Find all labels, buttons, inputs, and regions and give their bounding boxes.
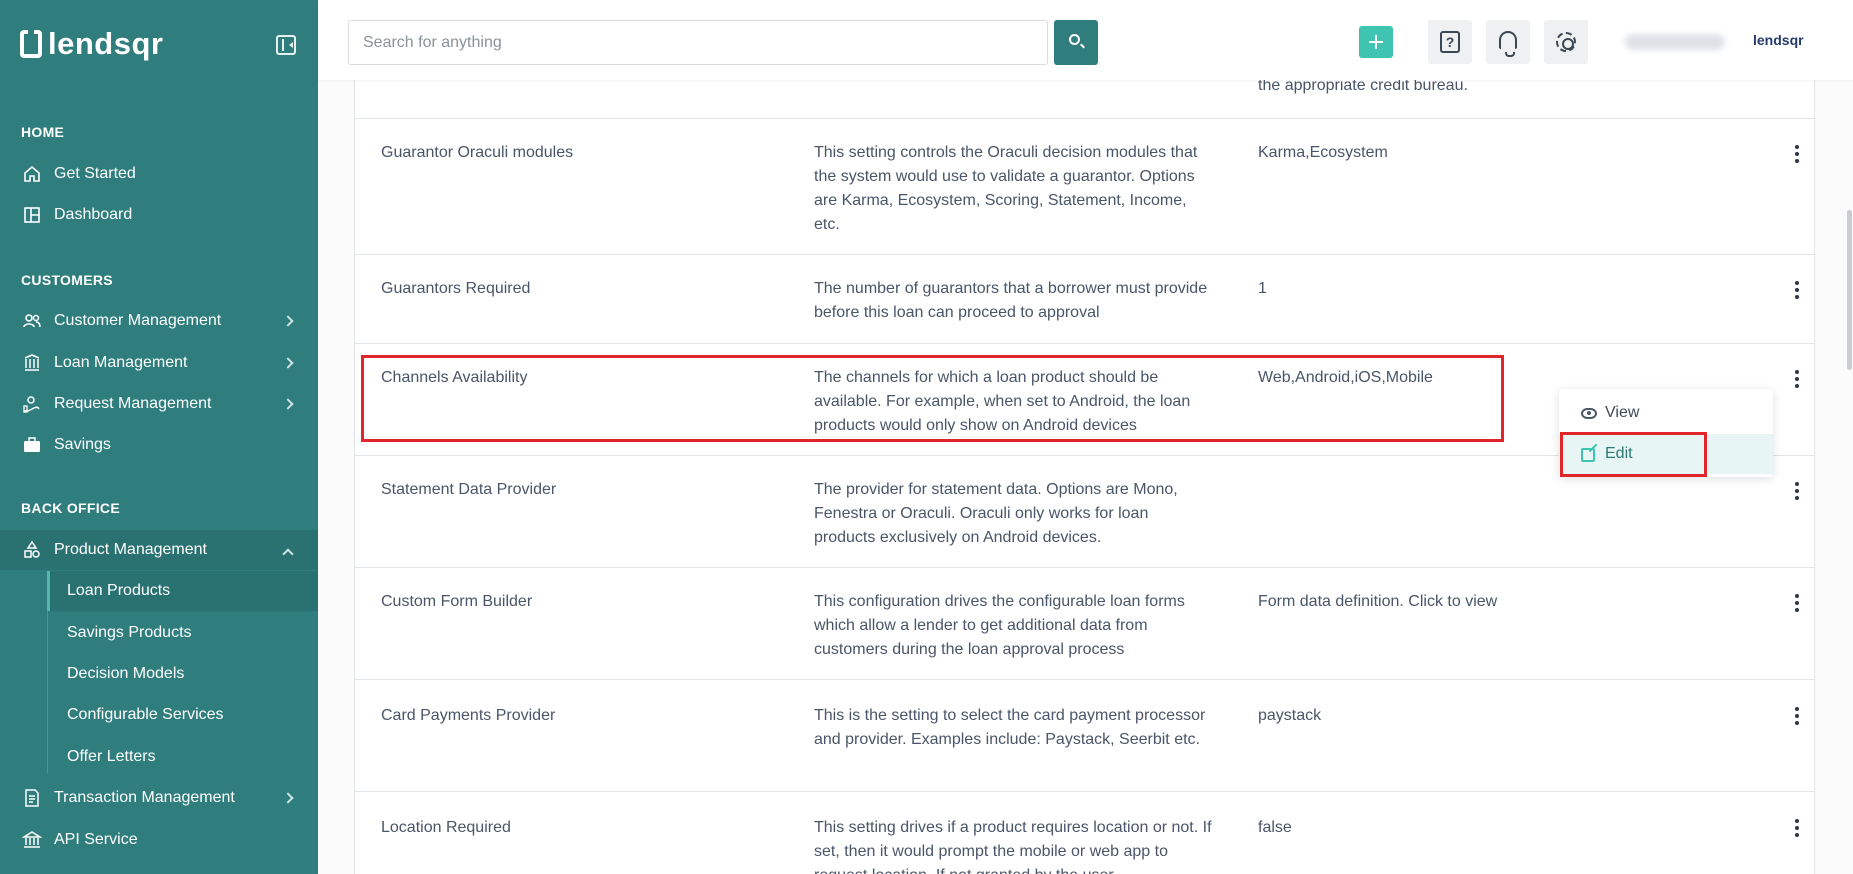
row-description: This configuration drives the configurab…: [814, 593, 1185, 658]
row-actions-kebab-icon[interactable]: [1785, 704, 1809, 728]
user-menu[interactable]: [1625, 34, 1725, 50]
home-icon: [24, 165, 40, 182]
highlight-channels-availability-row: [361, 355, 1504, 442]
table-row: Card Payments Provider This is the setti…: [355, 680, 1814, 792]
chevron-right-icon: [282, 315, 294, 327]
chevron-right-icon: [282, 357, 294, 369]
row-name: Guarantor Oraculi modules: [381, 144, 574, 161]
row-description: This setting drives if a product require…: [814, 819, 1212, 874]
sidebar-subitem-decision-models[interactable]: Decision Models: [47, 654, 318, 694]
row-name: Custom Form Builder: [381, 593, 533, 610]
bell-icon: [1499, 31, 1517, 57]
org-logo: lendsqr: [1753, 32, 1804, 48]
sidebar-item-label: Product Management: [54, 541, 207, 558]
eye-icon: [1581, 408, 1597, 419]
sidebar-item-label: Savings: [54, 436, 111, 453]
chevron-right-icon: [282, 398, 294, 410]
row-value: false: [1258, 819, 1292, 836]
row-description: The provider for statement data. Options…: [814, 481, 1178, 546]
transaction-icon: [25, 789, 39, 807]
row-description: This is the setting to select the card p…: [814, 707, 1206, 748]
menu-item-view[interactable]: View: [1559, 393, 1773, 433]
row-actions-kebab-icon[interactable]: [1785, 142, 1809, 166]
table-row: Guarantor Oraculi modules This setting c…: [355, 119, 1814, 255]
sidebar-item-label: Request Management: [54, 395, 212, 412]
row-value: 1: [1258, 280, 1267, 297]
section-customers: CUSTOMERS: [21, 272, 113, 288]
sidebar-item-label: Dashboard: [54, 206, 133, 223]
table-row: Custom Form Builder This configuration d…: [355, 568, 1814, 680]
sidebar-item-transaction-management[interactable]: Transaction Management: [0, 778, 318, 818]
sidebar-item-api-service[interactable]: API Service: [0, 820, 318, 860]
sidebar-subitem-label: Loan Products: [67, 582, 171, 599]
sidebar-item-dashboard[interactable]: Dashboard: [0, 195, 318, 235]
settings-button[interactable]: [1544, 20, 1588, 64]
row-name: Guarantors Required: [381, 280, 531, 297]
sidebar-item-get-started[interactable]: Get Started: [0, 154, 318, 194]
sidebar-subitem-savings-products[interactable]: Savings Products: [47, 613, 318, 653]
brand-logo[interactable]: lendsqr: [20, 26, 163, 62]
section-back-office: BACK OFFICE: [21, 500, 120, 516]
row-actions-kebab-icon[interactable]: [1785, 816, 1809, 840]
help-button[interactable]: ?: [1428, 20, 1472, 64]
sidebar-item-loan-management[interactable]: Loan Management: [0, 343, 318, 383]
sidebar-subitem-offer-letters[interactable]: Offer Letters: [47, 737, 318, 777]
sidebar-subitem-configurable-services[interactable]: Configurable Services: [47, 695, 318, 735]
users-icon: [23, 314, 41, 328]
row-actions-kebab-icon[interactable]: [1785, 479, 1809, 503]
add-button[interactable]: [1359, 26, 1393, 58]
help-icon: ?: [1440, 31, 1460, 53]
lendsqr-logo-icon: [20, 30, 42, 58]
row-description: This setting controls the Oraculi decisi…: [814, 144, 1198, 233]
row-actions-kebab-icon[interactable]: [1785, 278, 1809, 302]
row-name: Statement Data Provider: [381, 481, 557, 498]
table-row: Location Required This setting drives if…: [355, 792, 1814, 874]
sidebar-subitem-label: Offer Letters: [67, 748, 156, 765]
sidebar-subitem-label: Savings Products: [67, 624, 192, 641]
row-value: Karma,Ecosystem: [1258, 144, 1388, 161]
row-name: Location Required: [381, 819, 511, 836]
request-icon: [23, 396, 40, 413]
row-value: paystack: [1258, 707, 1322, 724]
sidebar: lendsqr HOME Get Started Dashboard CUSTO…: [0, 0, 318, 874]
row-value[interactable]: Form data definition. Click to view: [1258, 590, 1618, 614]
briefcase-icon: [24, 437, 40, 452]
row-description: The number of guarantors that a borrower…: [814, 280, 1208, 321]
sidebar-subitem-loan-products[interactable]: Loan Products: [47, 571, 318, 611]
collapse-sidebar-icon[interactable]: [276, 35, 296, 55]
row-actions-kebab-icon[interactable]: [1785, 367, 1809, 391]
brand-name: lendsqr: [48, 26, 164, 61]
chevron-up-icon: [282, 548, 294, 560]
search-icon: [1069, 34, 1080, 45]
row-actions-kebab-icon[interactable]: [1785, 591, 1809, 615]
table-row: Guarantors Required The number of guaran…: [355, 255, 1814, 344]
sidebar-subitem-label: Decision Models: [67, 665, 185, 682]
sidebar-item-label: Customer Management: [54, 312, 222, 329]
notifications-button[interactable]: [1486, 20, 1530, 64]
sidebar-item-customer-management[interactable]: Customer Management: [0, 301, 318, 341]
chevron-right-icon: [282, 792, 294, 804]
sidebar-subitem-label: Configurable Services: [67, 706, 224, 723]
sidebar-item-label: Loan Management: [54, 354, 188, 371]
row-name: Card Payments Provider: [381, 707, 556, 724]
page-scrollbar[interactable]: [1847, 210, 1852, 370]
loan-icon: [24, 354, 40, 371]
sidebar-item-label: API Service: [54, 831, 138, 848]
section-home: HOME: [21, 124, 65, 140]
menu-item-label: View: [1605, 404, 1640, 421]
highlight-edit-menu-item: [1560, 432, 1707, 477]
sidebar-item-request-management[interactable]: Request Management: [0, 384, 318, 424]
sidebar-item-label: Get Started: [54, 165, 136, 182]
sidebar-item-product-management[interactable]: Product Management: [0, 530, 318, 570]
sidebar-item-savings[interactable]: Savings: [0, 425, 318, 465]
search-input[interactable]: [348, 20, 1048, 65]
product-icon: [24, 540, 40, 558]
dashboard-icon: [24, 207, 40, 223]
gear-icon: [1556, 32, 1576, 52]
topbar: ? lendsqr: [318, 0, 1853, 80]
sidebar-item-label: Transaction Management: [54, 789, 235, 806]
bank-icon: [22, 831, 42, 848]
search-button[interactable]: [1054, 20, 1098, 65]
